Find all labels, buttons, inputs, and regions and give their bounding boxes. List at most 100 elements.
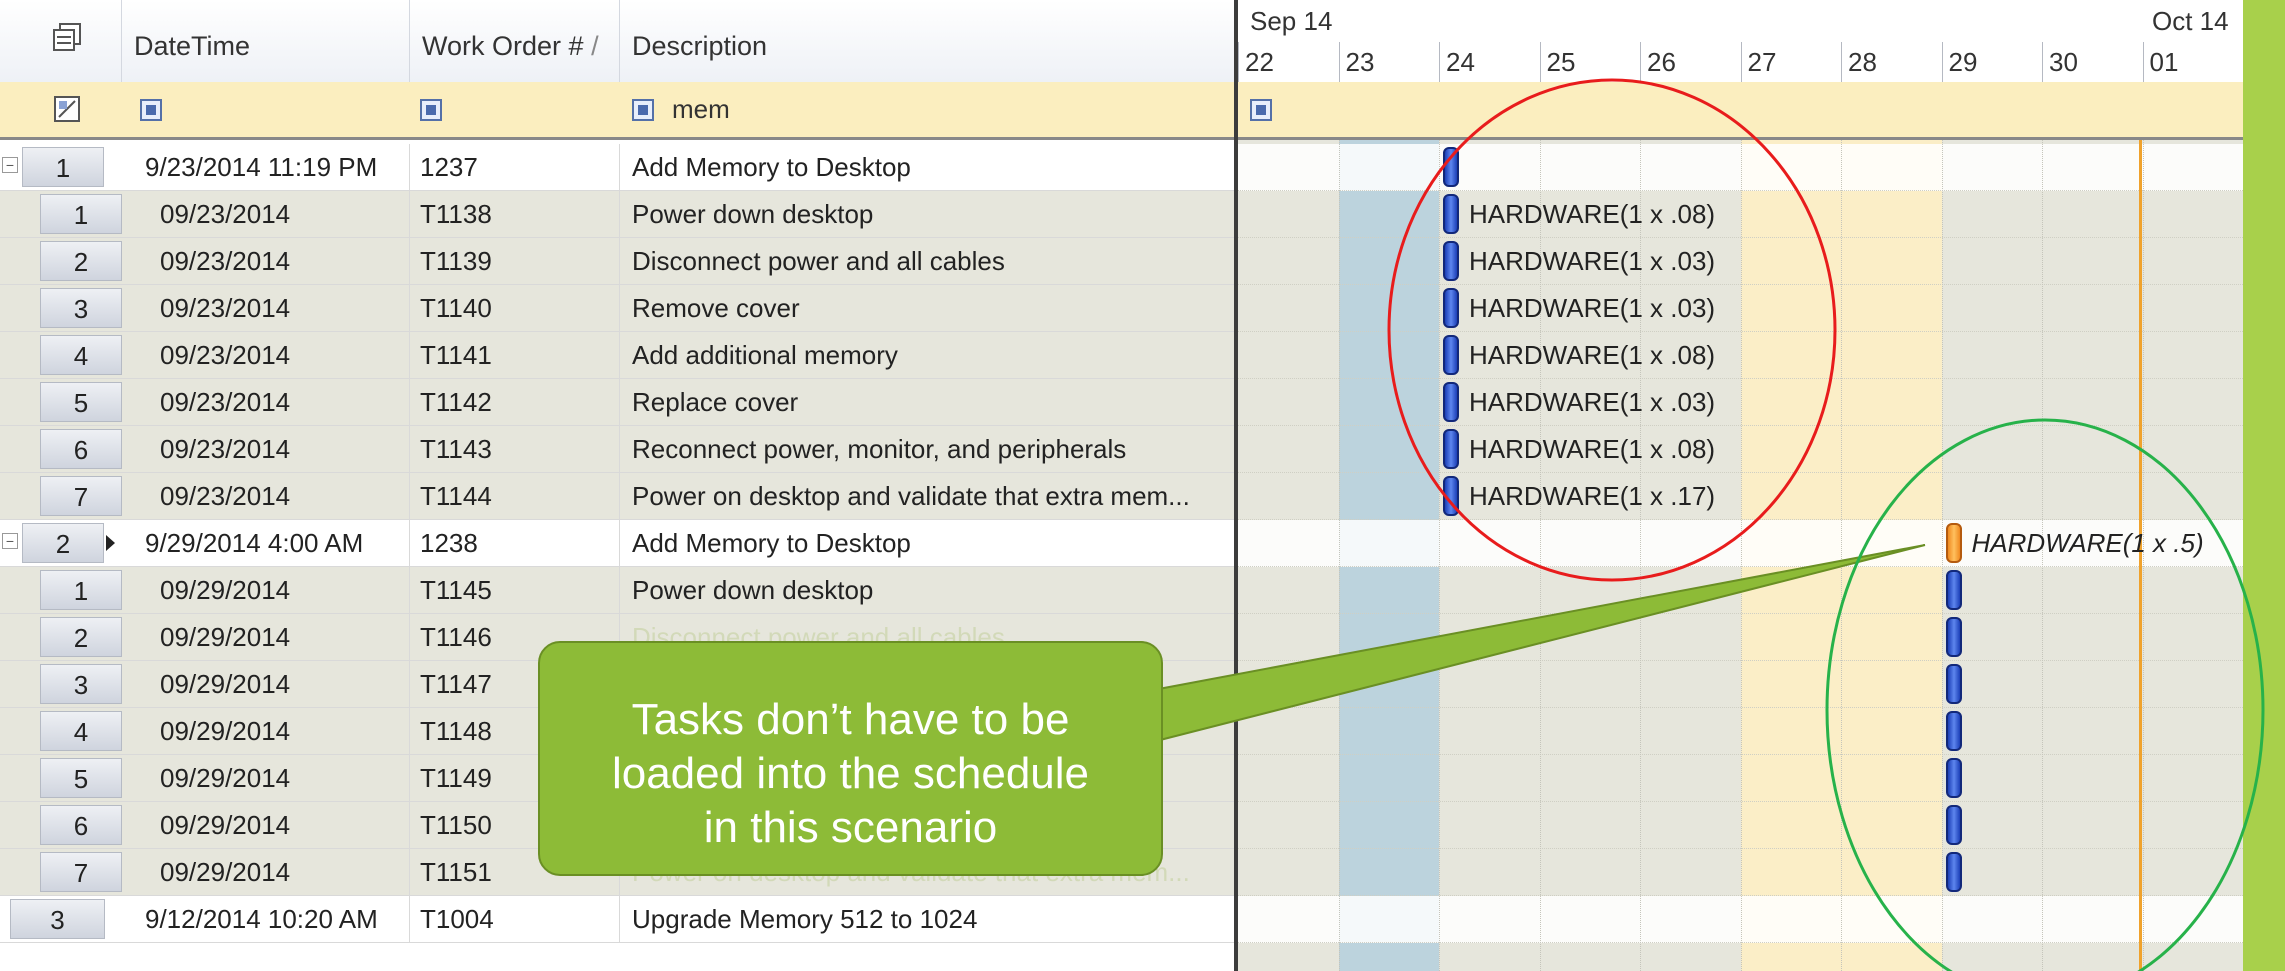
task-bar[interactable] <box>1945 805 1962 845</box>
cell-description: Upgrade Memory 512 to 1024 <box>632 904 978 934</box>
row-number[interactable]: 6 <box>40 429 122 469</box>
task-bar[interactable] <box>1945 664 1962 704</box>
datetime-filter-operator-icon[interactable] <box>140 99 162 121</box>
cell-datetime: 09/23/2014 <box>160 332 410 378</box>
summary-task-bar[interactable] <box>1945 523 1962 563</box>
cell-work-order: T1004 <box>420 896 620 942</box>
row-number[interactable]: 7 <box>40 476 122 516</box>
gantt-row <box>1238 755 2285 802</box>
task-row[interactable]: 3 09/23/2014 T1140 Remove cover <box>0 285 1234 332</box>
cell-description: Add Memory to Desktop <box>632 152 911 182</box>
cell-datetime: 09/29/2014 <box>160 661 410 707</box>
row-number[interactable]: 5 <box>40 382 122 422</box>
cell-description: Disconnect power and all cables <box>632 246 1005 276</box>
day-label: 25 <box>1539 42 1641 82</box>
work-order-row[interactable]: −1 9/23/2014 11:19 PM 1237 Add Memory to De… <box>0 144 1234 191</box>
task-bar[interactable] <box>1443 194 1459 234</box>
day-label: 01 <box>2142 42 2244 82</box>
task-row[interactable]: 4 09/23/2014 T1141 Add additional memory <box>0 332 1234 379</box>
task-bar[interactable] <box>1443 335 1459 375</box>
cell-datetime: 09/23/2014 <box>160 379 410 425</box>
task-bar[interactable] <box>1443 382 1459 422</box>
task-bar-label: HARDWARE(1 x .03) <box>1469 387 1716 417</box>
cell-work-order: T1142 <box>420 379 620 425</box>
task-row[interactable]: 2 09/23/2014 T1139 Disconnect power and all… <box>0 238 1234 285</box>
gantt-chart: Sep 14 Oct 14 2223242526272829300102 HAR… <box>1234 0 2285 971</box>
cell-datetime: 09/23/2014 <box>160 426 410 472</box>
row-number[interactable]: 6 <box>40 805 122 845</box>
task-row[interactable]: 1 09/29/2014 T1145 Power down desktop <box>0 567 1234 614</box>
day-label: 22 <box>1238 42 1339 82</box>
task-bar[interactable] <box>1945 570 1962 610</box>
work-order-row[interactable]: 3 9/12/2014 10:20 AM T1004 Upgrade Memory 5… <box>0 896 1234 943</box>
collapse-icon[interactable]: − <box>2 533 18 549</box>
row-number[interactable]: 3 <box>10 899 105 939</box>
collapse-icon[interactable]: − <box>2 157 18 173</box>
day-label: 27 <box>1740 42 1842 82</box>
cell-description: Remove cover <box>632 293 800 323</box>
task-bar[interactable] <box>1945 852 1962 892</box>
row-number[interactable]: 3 <box>40 664 122 704</box>
task-bar-label: HARDWARE(1 x .5) <box>1971 528 2204 558</box>
task-row[interactable]: 5 09/23/2014 T1142 Replace cover <box>0 379 1234 426</box>
task-bar[interactable] <box>1945 617 1962 657</box>
row-number[interactable]: 2 <box>40 617 122 657</box>
row-number[interactable]: 1 <box>22 147 104 187</box>
col-header-description[interactable]: Description <box>620 0 1234 82</box>
task-row[interactable]: 1 09/23/2014 T1138 Power down desktop <box>0 191 1234 238</box>
gantt-row <box>1238 191 2285 238</box>
cell-datetime: 09/29/2014 <box>160 567 410 613</box>
gantt-row <box>1238 896 2285 943</box>
cell-datetime: 09/29/2014 <box>160 755 410 801</box>
task-bar[interactable] <box>1443 241 1459 281</box>
current-row-icon <box>106 535 115 551</box>
task-bar[interactable] <box>1945 711 1962 751</box>
row-number[interactable]: 4 <box>40 335 122 375</box>
column-chooser-icon[interactable] <box>52 22 82 52</box>
row-number[interactable]: 1 <box>40 194 122 234</box>
gantt-row <box>1238 473 2285 520</box>
task-bar-label: HARDWARE(1 x .03) <box>1469 293 1716 323</box>
description-filter-input[interactable]: mem <box>672 94 730 125</box>
gantt-row <box>1238 849 2285 896</box>
gantt-row <box>1238 614 2285 661</box>
row-number[interactable]: 2 <box>22 523 104 563</box>
row-number[interactable]: 5 <box>40 758 122 798</box>
clear-filter-icon[interactable] <box>52 94 82 124</box>
gantt-filter-row <box>1238 82 2285 140</box>
gantt-timeline-header: Sep 14 Oct 14 2223242526272829300102 <box>1238 0 2285 83</box>
task-row[interactable]: 6 09/23/2014 T1143 Reconnect power, monitor… <box>0 426 1234 473</box>
description-filter-operator-icon[interactable] <box>632 99 654 121</box>
col-header-work-order[interactable]: Work Order # / <box>410 0 620 82</box>
cell-datetime: 09/29/2014 <box>160 849 410 895</box>
column-chooser-cell[interactable] <box>0 0 122 82</box>
row-number[interactable]: 2 <box>40 241 122 281</box>
gantt-row <box>1238 285 2285 332</box>
day-gridline <box>1740 140 1742 971</box>
cell-datetime: 9/12/2014 10:20 AM <box>145 896 410 942</box>
task-bar-label: HARDWARE(1 x .08) <box>1469 340 1716 370</box>
col-header-datetime[interactable]: DateTime <box>122 0 410 82</box>
row-number[interactable]: 3 <box>40 288 122 328</box>
task-bar-label: HARDWARE(1 x .08) <box>1469 434 1716 464</box>
cell-work-order: T1145 <box>420 567 620 613</box>
task-bar-label: HARDWARE(1 x .08) <box>1469 199 1716 229</box>
task-bar[interactable] <box>1443 147 1459 187</box>
task-bar[interactable] <box>1443 476 1459 516</box>
day-gridline <box>1439 140 1440 971</box>
gantt-row <box>1238 802 2285 849</box>
work-order-filter-operator-icon[interactable] <box>420 99 442 121</box>
task-bar[interactable] <box>1443 288 1459 328</box>
cell-description: Power down desktop <box>632 575 874 605</box>
row-number[interactable]: 1 <box>40 570 122 610</box>
task-bar[interactable] <box>1443 429 1459 469</box>
gantt-row <box>1238 567 2285 614</box>
work-order-row[interactable]: −2 9/29/2014 4:00 AM 1238 Add Memory to Des… <box>0 520 1234 567</box>
col-header-description-label: Description <box>632 31 768 61</box>
task-row[interactable]: 7 09/23/2014 T1144 Power on desktop and val… <box>0 473 1234 520</box>
gantt-filter-operator-icon[interactable] <box>1250 99 1272 121</box>
row-number[interactable]: 7 <box>40 852 122 892</box>
row-number[interactable]: 4 <box>40 711 122 751</box>
task-bar[interactable] <box>1945 758 1962 798</box>
filter-row: mem <box>0 82 1234 140</box>
